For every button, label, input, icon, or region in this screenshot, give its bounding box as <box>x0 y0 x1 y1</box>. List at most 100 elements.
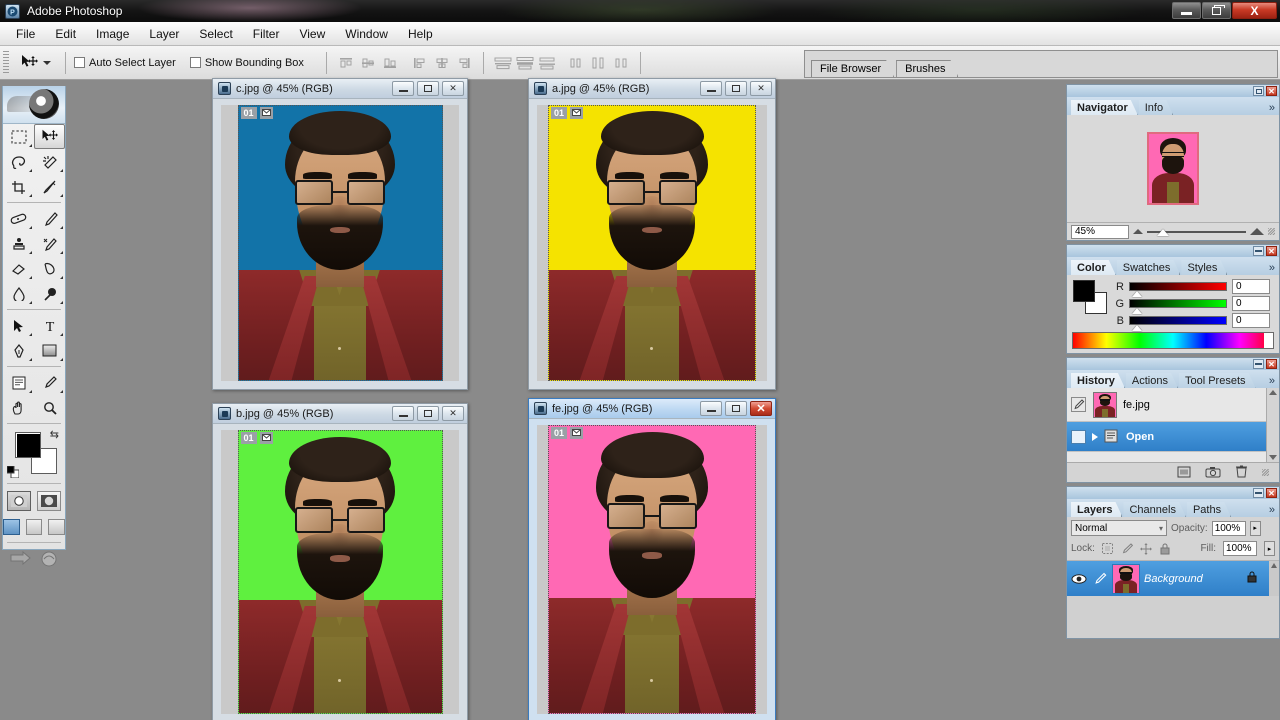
blend-mode-select[interactable]: Normal ▾ <box>1071 520 1167 536</box>
menu-item-select[interactable]: Select <box>189 24 242 44</box>
document-title-bar-b[interactable]: b.jpg @ 45% (RGB) ✕ <box>213 404 467 424</box>
layers-panel-titlebar[interactable]: ✕ <box>1067 487 1279 499</box>
layers-panel-menu-icon[interactable]: » <box>1269 504 1275 516</box>
color-channel-r-slider[interactable] <box>1129 282 1227 297</box>
history-brush-source-icon[interactable] <box>1071 396 1087 413</box>
notes-tool[interactable] <box>3 370 34 395</box>
well-tab-brushes[interactable]: Brushes <box>896 60 958 77</box>
color-channel-g-value[interactable]: 0 <box>1232 296 1270 311</box>
gradient-tool[interactable] <box>34 256 65 281</box>
history-brush-tool[interactable] <box>34 231 65 256</box>
distribute-left-edges-icon[interactable] <box>566 53 588 73</box>
opacity-value[interactable]: 100% <box>1211 520 1246 536</box>
color-channel-b-slider[interactable] <box>1129 316 1227 331</box>
tab-channels[interactable]: Channels <box>1123 502 1185 517</box>
navigator-panel-titlebar[interactable]: ✕ <box>1067 85 1279 97</box>
menu-item-window[interactable]: Window <box>335 24 398 44</box>
layers-minimize-button[interactable] <box>1253 488 1264 498</box>
fill-stepper[interactable]: ▸ <box>1264 541 1275 556</box>
menu-item-edit[interactable]: Edit <box>45 24 86 44</box>
window-close-button[interactable]: X <box>1232 2 1277 19</box>
history-panel-titlebar[interactable]: ✕ <box>1067 358 1279 370</box>
layer-thumbnail[interactable] <box>1112 563 1140 594</box>
align-vertical-centers-icon[interactable] <box>357 53 379 73</box>
slider-thumb[interactable] <box>1132 308 1142 314</box>
healing-brush-tool[interactable] <box>3 206 34 231</box>
rectangular-marquee-tool[interactable] <box>3 124 34 149</box>
full-screen-with-menubar-icon[interactable] <box>25 519 43 535</box>
distribute-top-edges-icon[interactable] <box>492 53 514 73</box>
crop-tool[interactable] <box>3 174 34 199</box>
document-close-button[interactable]: ✕ <box>750 401 772 416</box>
standard-mode-icon[interactable] <box>7 491 31 511</box>
hand-tool[interactable] <box>3 395 34 420</box>
history-state-open[interactable]: Open <box>1067 422 1279 452</box>
photo-c[interactable]: 01 <box>237 105 443 381</box>
document-minimize-button[interactable] <box>700 81 722 96</box>
tab-actions[interactable]: Actions <box>1126 373 1178 388</box>
default-colors-icon[interactable] <box>6 465 20 479</box>
color-panel-menu-icon[interactable]: » <box>1269 262 1275 274</box>
auto-select-layer-checkbox[interactable] <box>74 57 85 68</box>
distribute-right-edges-icon[interactable] <box>610 53 632 73</box>
distribute-vertical-centers-icon[interactable] <box>514 53 536 73</box>
navigator-thumbnail[interactable] <box>1147 132 1199 205</box>
navigator-close-button[interactable]: ✕ <box>1266 86 1277 96</box>
slider-knob[interactable] <box>1157 228 1169 236</box>
scroll-down-icon[interactable] <box>1269 455 1277 460</box>
chevron-down-icon[interactable]: ▾ <box>1159 524 1163 533</box>
document-minimize-button[interactable] <box>392 81 414 96</box>
align-left-edges-icon[interactable] <box>409 53 431 73</box>
navigator-minimize-button[interactable] <box>1253 86 1264 96</box>
tab-paths[interactable]: Paths <box>1187 502 1231 517</box>
document-minimize-button[interactable] <box>392 406 414 421</box>
options-bar-grip[interactable] <box>3 50 9 75</box>
foreground-color-swatch[interactable] <box>15 432 41 458</box>
lasso-tool[interactable] <box>3 149 34 174</box>
history-snapshot-row[interactable]: fe.jpg <box>1067 388 1279 422</box>
color-panel-foreground-swatch[interactable] <box>1073 280 1095 302</box>
tool-preset-chevron-down-icon[interactable] <box>43 60 51 65</box>
lock-transparent-pixels-icon[interactable] <box>1102 543 1114 555</box>
magic-wand-tool[interactable] <box>34 149 65 174</box>
window-minimize-button[interactable] <box>1172 2 1201 19</box>
document-title-bar-c[interactable]: c.jpg @ 45% (RGB) ✕ <box>213 79 467 99</box>
history-brush-slot-icon[interactable] <box>1071 429 1086 444</box>
document-restore-button[interactable] <box>725 401 747 416</box>
navigator-panel-menu-icon[interactable]: » <box>1269 102 1275 114</box>
create-new-snapshot-icon[interactable] <box>1205 465 1221 481</box>
document-close-button[interactable]: ✕ <box>442 406 464 421</box>
layer-row-background[interactable]: Background <box>1067 560 1279 596</box>
distribute-bottom-edges-icon[interactable] <box>536 53 558 73</box>
menu-item-file[interactable]: File <box>6 24 45 44</box>
auto-select-layer-option[interactable]: Auto Select Layer <box>74 57 176 69</box>
tool-preset-picker[interactable] <box>13 53 57 73</box>
quick-mask-mode-icon[interactable] <box>37 491 61 511</box>
document-window-c[interactable]: c.jpg @ 45% (RGB) ✕ 01 <box>212 78 468 390</box>
tab-history[interactable]: History <box>1071 373 1125 388</box>
show-bounding-box-option[interactable]: Show Bounding Box <box>189 57 304 69</box>
lock-image-pixels-icon[interactable] <box>1121 543 1133 555</box>
color-channel-g-slider[interactable] <box>1129 299 1227 314</box>
scroll-up-icon[interactable] <box>1271 563 1277 568</box>
document-title-bar-fe[interactable]: fe.jpg @ 45% (RGB) ✕ <box>529 399 775 419</box>
tab-styles[interactable]: Styles <box>1181 260 1227 275</box>
rectangle-tool[interactable] <box>34 338 65 363</box>
history-minimize-button[interactable] <box>1253 359 1264 369</box>
fill-value[interactable]: 100% <box>1223 541 1257 556</box>
standard-screen-mode-icon[interactable] <box>3 519 20 535</box>
blur-tool[interactable] <box>3 281 34 306</box>
dodge-tool[interactable] <box>34 281 65 306</box>
clone-stamp-tool[interactable] <box>3 231 34 256</box>
history-close-button[interactable]: ✕ <box>1266 359 1277 369</box>
spectrum-white-swatch[interactable] <box>1264 333 1273 348</box>
panel-resize-grip[interactable] <box>1268 228 1275 235</box>
show-bounding-box-checkbox[interactable] <box>189 57 201 68</box>
lock-all-icon[interactable] <box>1159 543 1171 555</box>
history-scrollbar[interactable] <box>1266 388 1279 462</box>
jump-to-imageready-alt-icon[interactable] <box>39 550 59 571</box>
navigator-preview-area[interactable] <box>1067 115 1279 222</box>
brush-icon[interactable] <box>1091 570 1108 587</box>
document-close-button[interactable]: ✕ <box>442 81 464 96</box>
scroll-up-icon[interactable] <box>1269 390 1277 395</box>
